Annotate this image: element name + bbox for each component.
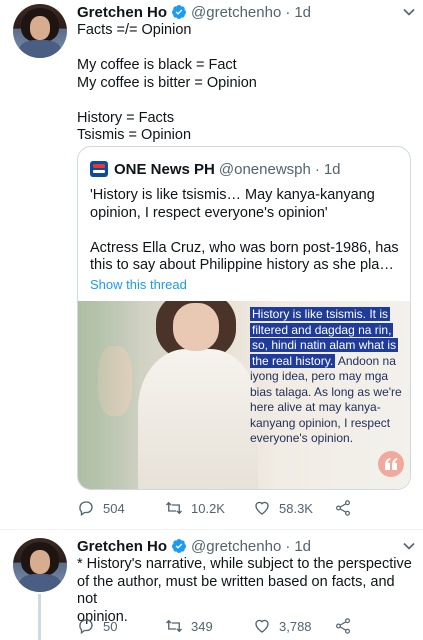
quoted-line: this to say about Philippine history as … <box>90 257 400 273</box>
media-caption: History is like tsismis. It is filtered … <box>250 307 410 447</box>
tweet-line: Tsismis = Opinion <box>77 127 192 143</box>
quoted-line: 'History is like tsismis… May kanya-kany… <box>90 187 375 203</box>
reply-button[interactable]: 50 <box>77 616 117 636</box>
quoted-line <box>90 222 400 240</box>
tweet-actions: 50 349 3,788 <box>77 616 413 636</box>
chevron-down-icon[interactable] <box>399 536 419 556</box>
author-handle[interactable]: @gretchenho <box>191 4 281 21</box>
quote-mark-icon <box>378 451 404 477</box>
tweet[interactable]: Gretchen Ho @gretchenho · 1d * History's… <box>0 530 423 640</box>
share-icon <box>336 500 350 516</box>
quoted-tweet-text: 'History is like tsismis… May kanya-kany… <box>90 187 400 275</box>
reply-count: 50 <box>103 618 118 634</box>
retweet-icon <box>166 501 182 515</box>
share-button[interactable] <box>334 616 360 636</box>
quoted-tweet-header: ONE News PH @onenewsph · 1d <box>90 159 341 179</box>
tweet-line <box>77 92 413 110</box>
timestamp[interactable]: 1d <box>294 4 311 21</box>
avatar[interactable] <box>13 538 67 592</box>
verified-badge-icon <box>172 539 187 553</box>
tweet-line: Facts =/= Opinion <box>77 22 192 38</box>
like-button[interactable]: 58.3K <box>253 498 313 518</box>
one-news-logo-icon <box>90 161 108 177</box>
reply-icon <box>79 619 93 635</box>
tweet-line: My coffee is black = Fact <box>77 57 237 73</box>
quoted-line: Actress Ella Cruz, who was born post-198… <box>90 239 399 256</box>
timestamp[interactable]: 1d <box>294 538 311 555</box>
author-name[interactable]: Gretchen Ho <box>77 4 167 21</box>
reply-icon <box>79 501 93 517</box>
tweet-line: My coffee is bitter = Opinion <box>77 74 257 91</box>
tweet-line <box>77 40 413 58</box>
quoted-author-handle[interactable]: @onenewsph <box>219 161 311 178</box>
tweet-line: History = Facts <box>77 109 175 126</box>
like-count: 58.3K <box>279 500 313 516</box>
photo-dress <box>138 349 258 489</box>
like-button[interactable]: 3,788 <box>253 616 312 636</box>
retweet-button[interactable]: 10.2K <box>165 498 225 518</box>
tweet-text: Facts =/= Opinion My coffee is black = F… <box>77 22 413 145</box>
quoted-line: opinion, I respect everyone's opinion' <box>90 204 328 221</box>
author-handle[interactable]: @gretchenho <box>191 538 281 555</box>
tweet-header: Gretchen Ho @gretchenho · 1d <box>77 536 413 556</box>
retweet-button[interactable]: 349 <box>165 616 213 636</box>
heart-icon <box>255 619 269 633</box>
separator-dot: · <box>314 160 320 178</box>
share-icon <box>336 618 350 634</box>
retweet-count: 10.2K <box>191 500 225 516</box>
tweet-actions: 504 10.2K 58.3K <box>77 498 413 518</box>
quoted-tweet-card[interactable]: ONE News PH @onenewsph · 1d 'History is … <box>77 146 411 490</box>
thread-connector-line <box>38 594 41 640</box>
tweet-header: Gretchen Ho @gretchenho · 1d <box>77 2 413 22</box>
photo-background-blur <box>78 301 138 489</box>
quoted-author-name[interactable]: ONE News PH <box>114 161 215 178</box>
like-count: 3,788 <box>279 618 312 634</box>
photo-face <box>173 303 219 351</box>
share-button[interactable] <box>334 498 360 518</box>
author-name[interactable]: Gretchen Ho <box>77 538 167 555</box>
reply-count: 504 <box>103 500 125 516</box>
verified-badge-icon <box>172 5 187 19</box>
avatar[interactable] <box>13 4 67 58</box>
tweet-line: of the author, must be written based on … <box>77 573 395 608</box>
avatar-face <box>30 550 50 574</box>
tweet[interactable]: Gretchen Ho @gretchenho · 1d Facts =/= O… <box>0 0 423 530</box>
avatar-body <box>19 40 61 58</box>
separator-dot: · <box>285 537 291 555</box>
reply-button[interactable]: 504 <box>77 498 125 518</box>
tweet-line: * History's narrative, while subject to … <box>77 556 412 572</box>
heart-icon <box>255 501 269 515</box>
separator-dot: · <box>285 3 291 21</box>
retweet-icon <box>166 619 182 633</box>
chevron-down-icon[interactable] <box>399 2 419 22</box>
quoted-timestamp[interactable]: 1d <box>324 161 341 178</box>
avatar-face <box>30 16 50 40</box>
show-thread-link[interactable]: Show this thread <box>90 277 187 292</box>
photo-person <box>98 301 258 489</box>
retweet-count: 349 <box>191 618 213 634</box>
avatar-body <box>19 574 61 592</box>
quoted-media-image[interactable]: History is like tsismis. It is filtered … <box>78 301 410 489</box>
